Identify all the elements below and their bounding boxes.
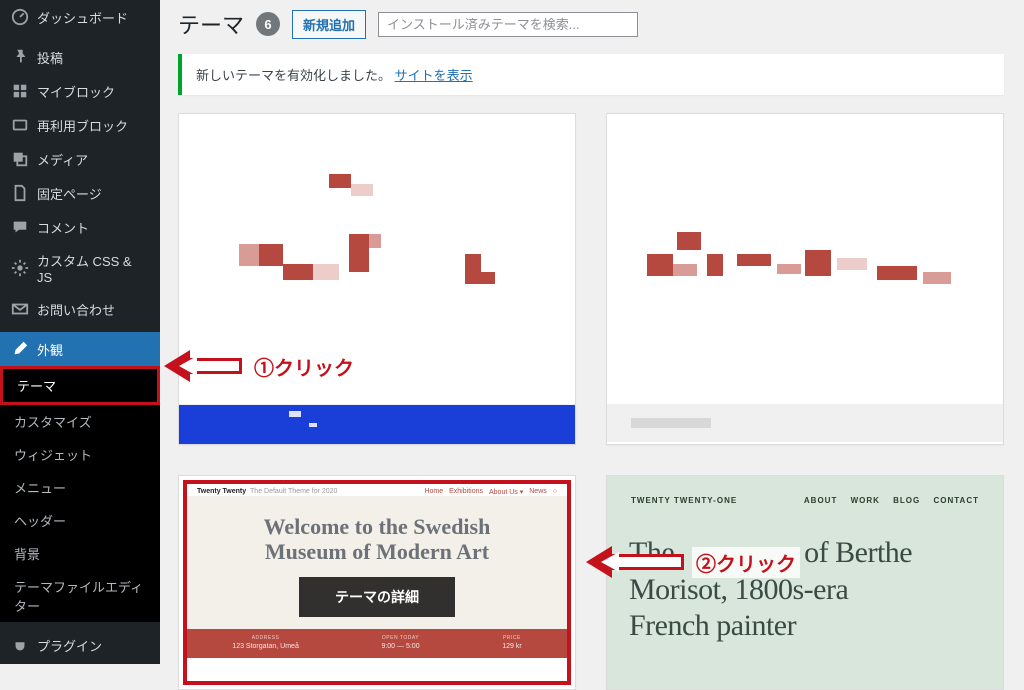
mail-icon — [10, 299, 30, 319]
submenu-themes[interactable]: テーマ — [0, 366, 160, 405]
admin-sidebar: ダッシュボード 投稿 マイブロック 再利用ブロック メディア 固定ページ コメン… — [0, 0, 160, 664]
block-icon — [10, 81, 30, 101]
theme-details-button[interactable]: テーマの詳細 — [299, 577, 455, 617]
annotation-label: ②クリック — [692, 547, 800, 578]
success-notice: 新しいテーマを有効化しました。 サイトを表示 — [178, 54, 1004, 95]
sidebar-item-dashboard[interactable]: ダッシュボード — [0, 0, 160, 34]
sidebar-item-pages[interactable]: 固定ページ — [0, 176, 160, 210]
sidebar-item-plugins[interactable]: プラグイン — [0, 628, 160, 662]
notice-link[interactable]: サイトを表示 — [395, 68, 473, 83]
theme-card-twenty-twenty-one[interactable]: TWENTY TWENTY-ONE ABOUT WORK BLOG CONTAC… — [606, 475, 1004, 690]
sidebar-item-posts[interactable]: 投稿 — [0, 40, 160, 74]
search-icon: ○ — [553, 488, 557, 496]
sidebar-item-appearance[interactable]: 外観 — [0, 332, 160, 366]
theme-card[interactable] — [606, 113, 1004, 445]
submenu-header[interactable]: ヘッダー — [0, 504, 160, 537]
tt-topbar: Twenty Twenty The Default Theme for 2020… — [187, 484, 567, 496]
notice-text: 新しいテーマを有効化しました。 — [196, 68, 391, 83]
theme-thumbnail — [607, 114, 1003, 404]
annotation-label: ①クリック — [250, 351, 358, 382]
submenu-editor[interactable]: テーマファイルエディター — [0, 570, 160, 622]
submenu-menus[interactable]: メニュー — [0, 471, 160, 504]
page-header: テーマ 6 新規追加 — [178, 8, 1004, 40]
theme-footer — [607, 404, 1003, 442]
page-icon — [10, 183, 30, 203]
sidebar-item-reusable[interactable]: 再利用ブロック — [0, 108, 160, 142]
theme-count-badge: 6 — [256, 12, 280, 36]
annotation-arrow-1: ①クリック — [148, 350, 358, 382]
search-input[interactable] — [378, 12, 638, 37]
theme-card-twenty-twenty[interactable]: Twenty Twenty The Default Theme for 2020… — [178, 475, 576, 690]
comment-icon — [10, 217, 30, 237]
brush-icon — [10, 339, 30, 359]
appearance-submenu: テーマ カスタマイズ ウィジェット メニュー ヘッダー 背景 テーマファイルエデ… — [0, 366, 160, 622]
add-new-button[interactable]: 新規追加 — [292, 10, 366, 39]
sidebar-label: ダッシュボード — [37, 8, 128, 27]
theme-grid: Twenty Twenty The Default Theme for 2020… — [178, 113, 1004, 690]
sidebar-item-myblock[interactable]: マイブロック — [0, 74, 160, 108]
media-icon — [10, 149, 30, 169]
tt-info-strip: ADDRESS123 Storgatan, Umeå OPEN TODAY9:0… — [187, 629, 567, 658]
theme-card-active[interactable] — [178, 113, 576, 445]
gear-icon — [10, 258, 30, 278]
submenu-background[interactable]: 背景 — [0, 537, 160, 570]
sidebar-item-contact[interactable]: お問い合わせ — [0, 292, 160, 326]
dashboard-icon — [10, 7, 30, 27]
tt-hero: Welcome to the Swedish Museum of Modern … — [187, 496, 567, 629]
sidebar-item-media[interactable]: メディア — [0, 142, 160, 176]
sidebar-item-customcss[interactable]: カスタム CSS & JS — [0, 244, 160, 292]
plug-icon — [10, 635, 30, 655]
pin-icon — [10, 47, 30, 67]
page-title: テーマ — [178, 8, 244, 40]
theme-footer — [179, 404, 575, 444]
submenu-customize[interactable]: カスタマイズ — [0, 405, 160, 438]
sidebar-item-comments[interactable]: コメント — [0, 210, 160, 244]
tto-topbar: TWENTY TWENTY-ONE ABOUT WORK BLOG CONTAC… — [607, 476, 1003, 505]
annotation-arrow-2: ②クリック — [570, 546, 800, 578]
submenu-widgets[interactable]: ウィジェット — [0, 438, 160, 471]
reusable-icon — [10, 115, 30, 135]
